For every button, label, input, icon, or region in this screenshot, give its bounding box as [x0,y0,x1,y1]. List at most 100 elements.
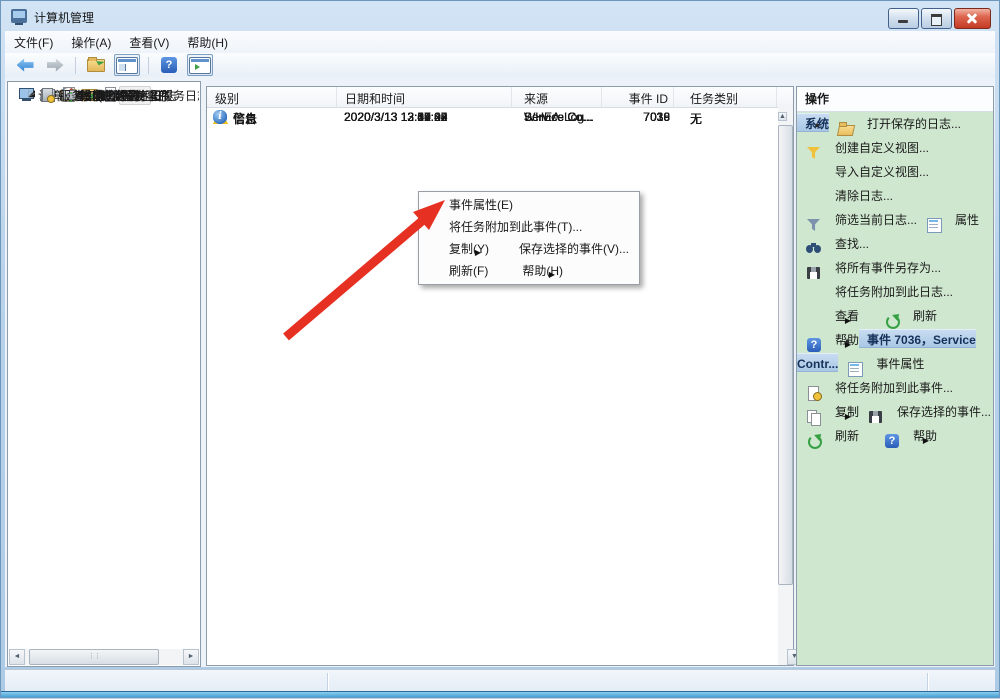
scroll-right-icon[interactable]: ► [183,649,199,665]
export-list-button[interactable] [84,55,108,75]
list-vertical-scrollbar[interactable]: ▲ ▼ [778,107,793,665]
menu-item-label: 刷新(F) [449,264,488,278]
action-attach-task-to-event[interactable]: 将任务附加到此事件... [797,381,953,395]
action-label: 事件属性 [876,357,924,371]
tree: 计算机管理(本地)◢系统工具▷任务计划程序◢事件查看器▷自定义视图◢Window… [9,84,199,648]
refresh-icon [806,433,823,443]
action-clear-log[interactable]: 清除日志... [797,189,893,203]
action-label: 清除日志... [835,189,893,203]
menu-view[interactable]: 查看(V) [120,31,178,54]
minimize-button[interactable] [888,8,919,29]
context-menu-item-refresh[interactable]: 刷新(F) [419,264,488,278]
column-header-event-id[interactable]: 事件 ID [602,87,674,107]
column-header-datetime[interactable]: 日期和时间 [337,87,512,107]
context-menu-item-event-properties[interactable]: 事件属性(E) [419,198,513,212]
maximize-button[interactable] [921,8,952,29]
event-source: Service Co... [524,110,593,124]
action-label: 保存选择的事件... [897,405,991,419]
copy-icon [806,409,823,419]
context-menu-item-attach-task-to-event[interactable]: 将任务附加到此事件(T)... [419,220,582,234]
action-event-properties[interactable]: 事件属性 [838,357,924,371]
action-view[interactable]: 查看▶ [797,309,859,323]
action-label: 查找... [835,237,869,251]
actions-title: 操作 [797,87,993,112]
submenu-arrow-icon: ▶ [845,309,851,323]
titlebar: 计算机管理 [1,1,999,31]
services-icon [40,87,55,101]
submenu-arrow-icon: ▶ [923,429,929,443]
forward-button[interactable] [43,55,67,75]
scroll-up-icon[interactable]: ▲ [778,112,787,121]
actions-panel: 操作 系统▲ 打开保存的日志... 创建自定义视图... 导入自定义视图... 清除日志… [796,86,994,666]
event-category: 无 [690,110,702,127]
tree-item-label: 服务和应用程序 [56,87,146,104]
column-header-category[interactable]: 任务类别 [674,87,777,107]
submenu-arrow-icon: ▶ [549,264,555,286]
action-refresh[interactable]: 刷新 [797,429,859,443]
funnel-blue-icon [806,217,823,227]
console-tree-button[interactable] [114,54,140,76]
action-label: 将任务附加到此事件... [835,381,953,395]
context-menu-item-copy[interactable]: 复制(Y)▶ [419,242,489,256]
action-import-custom-view[interactable]: 导入自定义视图... [797,165,929,179]
action-create-custom-view[interactable]: 创建自定义视图... [797,141,929,155]
action-help[interactable]: 帮助▶ [875,429,937,443]
action-find[interactable]: 查找... [797,237,869,251]
action-save-all-events-as[interactable]: 将所有事件另存为... [797,261,941,275]
action-refresh[interactable]: 刷新 [875,309,937,323]
menu-item-label: 帮助(H) [522,264,563,278]
info-icon [213,110,227,124]
menu-help[interactable]: 帮助(H) [178,31,237,54]
properties-icon [847,361,864,371]
status-divider [327,673,328,692]
scroll-left-icon[interactable]: ◄ [9,649,25,665]
action-label: 将任务附加到此日志... [835,285,953,299]
action-copy[interactable]: 复制▶ [797,405,859,419]
window-title: 计算机管理 [34,9,94,26]
action-properties[interactable]: 属性 [917,213,979,227]
action-open-saved-log[interactable]: 打开保存的日志... [829,117,961,131]
action-label: 将所有事件另存为... [835,261,941,275]
close-button[interactable] [954,8,991,29]
menu-file[interactable]: 文件(F) [5,31,62,54]
toolbar-separator [75,57,76,74]
window-bottom-border [1,691,999,697]
context-menu-item-help[interactable]: 帮助(H)▶ [492,264,563,278]
toolbar: ? [5,53,995,78]
export-folder-icon [87,59,105,72]
column-header-source[interactable]: 来源 [512,87,602,107]
help-button[interactable]: ? [157,55,181,75]
menu-action[interactable]: 操作(A) [62,31,120,54]
help-icon [884,433,901,443]
help-icon [806,337,823,347]
toolbar-separator [148,57,149,74]
menu-item-label: 保存选择的事件(V)... [519,242,629,256]
actions-body: 系统▲ 打开保存的日志... 创建自定义视图... 导入自定义视图... 清除日志...… [797,112,993,448]
tree-horizontal-scrollbar[interactable]: ◄ ► [9,649,199,665]
action-attach-task-to-log[interactable]: 将任务附加到此日志... [797,285,953,299]
event-level: 信息 [233,110,257,127]
folder-open-icon [838,121,855,131]
action-label: 打开保存的日志... [867,117,961,131]
app-icon [11,9,27,23]
collapse-icon[interactable]: ▲ [843,336,851,345]
scrollbar-thumb[interactable] [29,649,159,665]
action-filter-current-log[interactable]: 筛选当前日志... [797,213,917,227]
context-menu-item-save-selected-events[interactable]: 保存选择的事件(V)... [489,242,629,256]
event-list-panel: 级别 日期和时间 来源 事件 ID 任务类别 信息2020/3/13 13:51… [206,86,794,666]
list-header: 级别 日期和时间 来源 事件 ID 任务类别 [207,87,793,108]
action-pane-button[interactable] [187,54,213,76]
action-save-selected-events[interactable]: 保存选择的事件... [859,405,991,419]
scrollbar-thumb[interactable] [778,125,793,585]
expander-collapsed-icon[interactable]: ▷ [28,87,35,99]
funnel-yellow-icon [806,145,823,155]
collapse-icon[interactable]: ▲ [813,120,821,129]
menu-item-label: 事件属性(E) [449,198,513,212]
menu-item-label: 将任务附加到此事件(T)... [449,220,582,234]
action-label: 筛选当前日志... [835,213,917,227]
column-header-level[interactable]: 级别 [207,87,337,107]
actions-section-header-0[interactable]: 系统▲ [797,113,829,132]
menu-item-label: 复制(Y) [449,242,489,256]
refresh-icon [884,313,901,323]
back-button[interactable] [13,55,37,75]
